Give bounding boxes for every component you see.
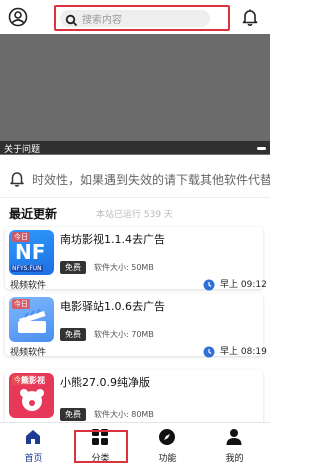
free-badge: 免费 [60, 328, 86, 341]
app-thumbnail: 今日 [9, 297, 54, 342]
bottom-nav: 首页 分类 功能 我的 [0, 422, 270, 464]
search-bar[interactable]: 搜索内容 [54, 5, 230, 31]
section-title: 最近更新 [9, 207, 58, 221]
banner-caption[interactable]: 关于问题 [0, 141, 270, 155]
top-bar: 搜索内容 [0, 0, 270, 34]
search-placeholder: 搜索内容 [82, 15, 122, 26]
bear-logo-icon [20, 389, 44, 411]
home-icon [24, 428, 42, 446]
person-icon [225, 428, 243, 446]
nav-home[interactable]: 首页 [0, 423, 67, 464]
search-input[interactable]: 搜索内容 [60, 10, 210, 27]
app-size: 软件大小: 70MB [94, 330, 154, 339]
app-card[interactable]: 今日 NF NFYS.FUN 南坊影视1.1.4去广告 免费 软件大小: 50M… [5, 227, 267, 291]
compass-icon [158, 428, 176, 446]
update-time: 早上 08:19 [220, 347, 267, 357]
nav-features[interactable]: 功能 [134, 423, 201, 464]
app-logo-sub: NFYS.FUN [11, 265, 43, 272]
carousel-indicator [257, 147, 266, 150]
nav-label: 首页 [24, 454, 43, 464]
app-logo-text: 熊影视 [21, 376, 45, 385]
nav-profile[interactable]: 我的 [201, 423, 268, 464]
app-category: 视频软件 [10, 281, 47, 291]
app-title: 南坊影视1.1.4去广告 [60, 233, 165, 246]
nav-label: 功能 [158, 454, 177, 464]
app-size: 软件大小: 50MB [94, 263, 154, 272]
app-category: 视频软件 [10, 348, 47, 358]
nav-category[interactable]: 分类 [67, 423, 134, 464]
app-card[interactable]: 今日 熊影视 小熊27.0.9纯净版 免费 软件大小: 80MB [5, 370, 263, 422]
search-icon [65, 12, 78, 27]
free-badge: 免费 [60, 408, 86, 421]
clock-icon [203, 276, 215, 291]
app-card[interactable]: 今日 电影驿站1.0.6去广告 免费 软件大小: 70MB 视频软件 早上 08… [5, 294, 267, 358]
notification-bell-icon[interactable] [240, 7, 260, 27]
notice-bar[interactable]: 时效性，如果遇到失效的请下载其他软件代替 [0, 160, 270, 198]
free-badge: 免费 [60, 261, 86, 274]
app-thumbnail: 今日 NF NFYS.FUN [9, 230, 54, 275]
nav-label: 我的 [225, 454, 244, 464]
app-size: 软件大小: 80MB [94, 410, 154, 419]
grid-icon [91, 428, 109, 446]
banner-caption-text: 关于问题 [4, 145, 41, 155]
app-title: 电影驿站1.0.6去广告 [60, 300, 165, 313]
app-title: 小熊27.0.9纯净版 [60, 376, 150, 389]
notice-text: 时效性，如果遇到失效的请下载其他软件代替 [32, 173, 270, 187]
clock-icon [203, 343, 215, 358]
nav-label: 分类 [91, 454, 110, 464]
banner-carousel[interactable] [0, 34, 270, 154]
film-clapper-icon [18, 308, 46, 333]
app-thumbnail: 今日 熊影视 [9, 373, 54, 418]
site-uptime: 本站已运行 539 天 [96, 210, 173, 220]
user-avatar-icon[interactable] [8, 7, 28, 27]
bell-icon [9, 170, 25, 187]
app-logo-text: NF [15, 240, 46, 264]
update-time: 早上 09:12 [220, 280, 267, 290]
